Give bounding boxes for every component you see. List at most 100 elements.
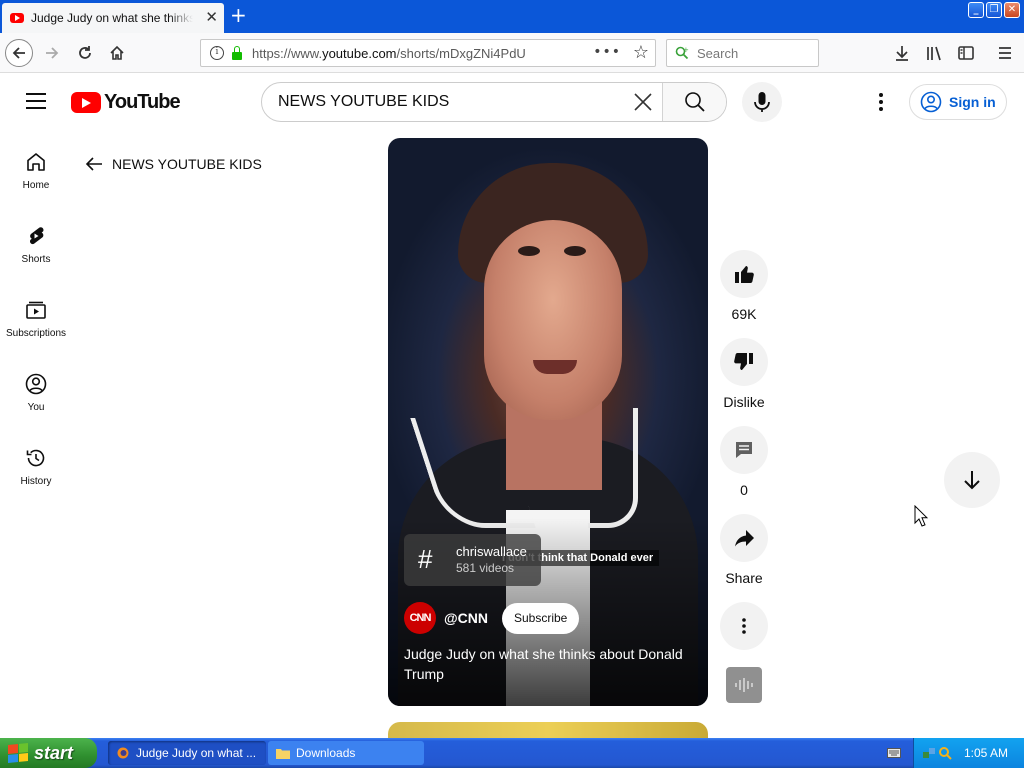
taskbar-item-label: Downloads [296,746,356,760]
comment-count: 0 [740,482,748,498]
url-text[interactable]: https://www.youtube.com/shorts/mDxgZNi4P… [252,46,526,61]
like-count: 69K [731,306,757,322]
original-sound-button[interactable] [726,667,762,703]
back-button[interactable] [5,39,33,67]
clear-search-button[interactable] [624,83,662,121]
reload-button[interactable] [71,39,99,67]
youtube-play-icon [71,92,101,113]
keyboard-icon[interactable] [887,748,901,758]
comment-icon [736,442,752,458]
sign-in-label: Sign in [949,94,996,110]
taskbar-item-downloads[interactable]: Downloads [268,741,424,765]
mini-guide: Home Shorts Subscriptions You History [0,138,72,508]
page-actions-icon[interactable]: ••• [593,44,621,60]
home-icon [27,153,45,171]
site-info-icon[interactable]: i [210,46,224,60]
youtube-page: YouTube NEWS YOUTUBE KIDS Sign in Home S… [0,74,1024,738]
settings-kebab-icon[interactable] [870,90,892,114]
sign-in-button[interactable]: Sign in [909,84,1007,120]
home-button[interactable] [103,39,131,67]
dislike-button[interactable] [720,338,768,386]
sidebar-item-label: You [27,402,45,413]
browser-search-bar[interactable]: + Search [666,39,819,67]
guide-menu-icon[interactable] [26,93,46,109]
close-window-button[interactable]: ✕ [1004,2,1020,18]
taskbar-clock: 1:05 AM [964,746,1009,760]
shorts-action-bar: 69K Dislike 0 Share [720,250,768,664]
sidebar-item-subscriptions[interactable]: Subscriptions [0,286,72,360]
secure-lock-icon[interactable] [232,45,242,60]
forward-button[interactable] [38,39,66,67]
microphone-icon [754,92,770,112]
shorts-icon [29,227,44,245]
folder-icon [276,749,290,759]
subscribe-button[interactable]: Subscribe [501,602,580,634]
sidebar-item-label: Shorts [21,254,51,265]
new-tab-button[interactable]: + [230,4,247,26]
sidebar-toggle-icon[interactable] [957,44,975,62]
menu-icon[interactable] [996,44,1014,62]
search-placeholder: Search [697,45,739,61]
system-tray: 1:05 AM [913,738,1024,768]
taskbar-item-browser[interactable]: Judge Judy on what ... [108,741,266,765]
restore-button[interactable]: ❐ [986,2,1002,18]
network-icon[interactable] [922,746,936,760]
video-title[interactable]: Judge Judy on what she thinks about Dona… [404,644,694,684]
library-icon[interactable] [925,44,943,62]
like-action: 69K [720,250,768,324]
back-to-search-link[interactable]: NEWS YOUTUBE KIDS [84,154,262,174]
subscriptions-icon [26,301,46,319]
search-input[interactable]: NEWS YOUTUBE KIDS [262,83,624,121]
channel-avatar[interactable]: CNN [404,602,436,634]
forward-arrow-icon [46,47,59,59]
start-button[interactable]: start [0,738,97,768]
like-button[interactable] [720,250,768,298]
search-tray-icon[interactable] [938,746,952,760]
shorts-video-player[interactable]: I don't think that Donald ever # chriswa… [388,138,708,706]
browser-tab[interactable]: Judge Judy on what she thinks about Dona… [2,3,224,33]
history-icon [26,449,45,467]
voice-search-button[interactable] [742,82,782,122]
thumbs-up-icon [735,266,754,283]
tab-close-icon[interactable]: ✕ [205,10,218,25]
youtube-wordmark: YouTube [104,91,181,113]
account-circle-icon [920,91,942,113]
sidebar-item-label: History [20,476,52,487]
firefox-icon [117,747,129,759]
next-video-button[interactable] [944,452,1000,508]
search-button[interactable] [662,83,726,121]
audio-waveform-icon [735,678,753,692]
minimize-button[interactable]: _ [968,2,984,18]
comments-button[interactable] [720,426,768,474]
share-button[interactable] [720,514,768,562]
reload-icon [79,46,91,59]
downloads-icon[interactable] [893,44,911,62]
youtube-logo[interactable]: YouTube [71,91,181,114]
sidebar-item-you[interactable]: You [0,360,72,434]
arrow-down-icon [964,471,980,490]
browser-toolbar: i https://www.youtube.com/shorts/mDxgZNi… [0,33,1024,73]
address-bar[interactable]: i https://www.youtube.com/shorts/mDxgZNi… [200,39,656,67]
more-vertical-icon [742,618,746,634]
video-frame-face [484,220,622,420]
back-arrow-icon [12,47,25,59]
more-options-button[interactable] [720,602,768,650]
next-short-preview[interactable] [388,722,708,738]
thumbs-down-icon [734,353,753,370]
mouse-cursor-icon [914,505,928,527]
share-arrow-icon [735,530,754,547]
channel-handle[interactable]: @CNN [444,610,488,626]
video-frame-collar [588,408,638,528]
youtube-search-box[interactable]: NEWS YOUTUBE KIDS [261,82,727,122]
bookmark-star-icon[interactable]: ☆ [633,42,649,63]
sidebar-item-shorts[interactable]: Shorts [0,212,72,286]
sidebar-item-history[interactable]: History [0,434,72,508]
search-engine-icon: + [675,46,689,60]
back-link-label: NEWS YOUTUBE KIDS [112,156,262,172]
hashtag-chip[interactable]: # chriswallace 581 videos [404,534,541,586]
hashtag-video-count: 581 videos [456,561,515,575]
close-icon [634,93,652,111]
search-icon [684,92,705,112]
taskbar-item-label: Judge Judy on what ... [136,746,257,760]
sidebar-item-home[interactable]: Home [0,138,72,212]
